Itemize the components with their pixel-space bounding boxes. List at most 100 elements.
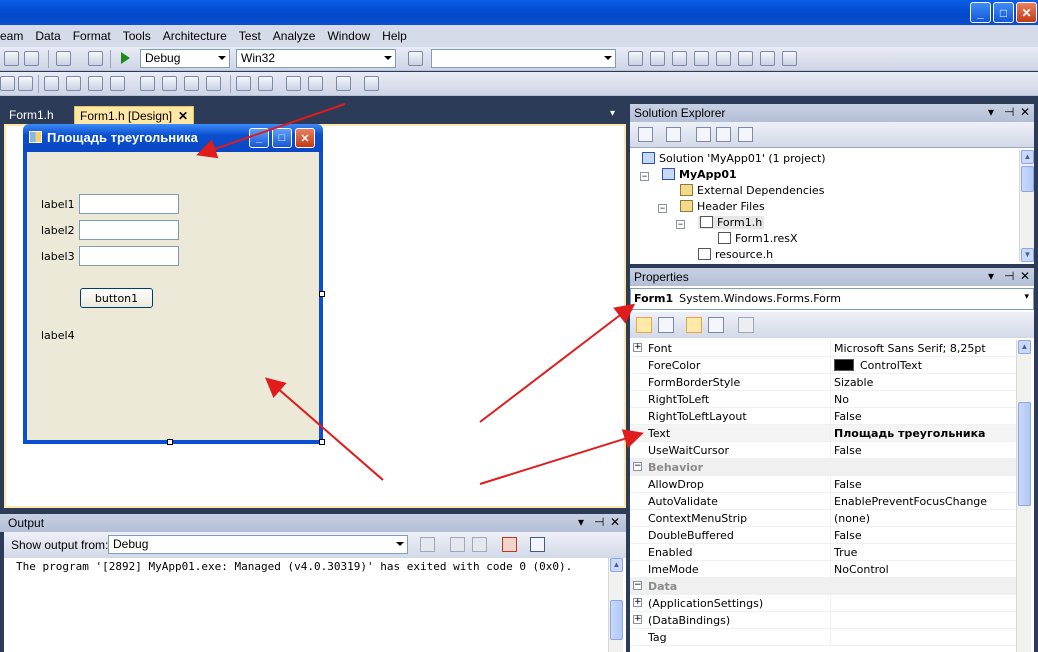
toolbox-icon[interactable]: [716, 51, 731, 66]
scroll-up-icon[interactable]: ▲: [1018, 340, 1031, 354]
center-vertically-icon[interactable]: [258, 76, 273, 91]
resize-handle-right[interactable]: [319, 291, 325, 297]
chevron-down-icon[interactable]: ▾: [610, 108, 615, 119]
find-combo[interactable]: [431, 49, 616, 68]
form-window[interactable]: Площадь треугольника _ □ ✕ label1 label2…: [23, 124, 323, 444]
find-in-files-icon[interactable]: [408, 51, 423, 66]
scroll-thumb[interactable]: [1021, 166, 1034, 192]
properties-scrollbar[interactable]: ▲: [1016, 340, 1031, 652]
expand-icon[interactable]: +: [633, 615, 642, 624]
collapse-icon[interactable]: −: [658, 204, 667, 213]
menu-data[interactable]: Data: [29, 29, 66, 43]
property-pages-icon[interactable]: [738, 317, 754, 333]
object-selector[interactable]: Form1 System.Windows.Forms.Form ▾: [630, 288, 1034, 310]
navigate-back-icon[interactable]: [56, 51, 71, 66]
scroll-up-icon[interactable]: ▲: [1021, 150, 1034, 164]
output-scrollbar[interactable]: ▲: [608, 558, 623, 652]
alphabetical-icon[interactable]: [658, 317, 674, 333]
close-icon[interactable]: ✕: [1020, 105, 1030, 119]
scroll-thumb[interactable]: [1018, 402, 1031, 506]
align-right-icon[interactable]: [66, 76, 81, 91]
tree-form1-h[interactable]: Form1.h: [698, 216, 765, 229]
property-row-usewaitcursor[interactable]: UseWaitCursor False: [630, 442, 1016, 459]
collapse-icon[interactable]: −: [633, 581, 642, 590]
previous-message-icon[interactable]: [450, 537, 465, 552]
class-diagram-icon[interactable]: [738, 127, 753, 142]
collapse-icon[interactable]: −: [633, 462, 642, 471]
solution-explorer-icon[interactable]: [672, 51, 687, 66]
extension-manager-icon[interactable]: [760, 51, 775, 66]
menu-analyze[interactable]: Analyze: [267, 29, 322, 43]
scroll-down-icon[interactable]: ▼: [1021, 248, 1034, 262]
start-page-icon[interactable]: [738, 51, 753, 66]
expand-icon[interactable]: +: [633, 343, 642, 352]
restore-button[interactable]: □: [993, 2, 1014, 23]
form-minimize-button[interactable]: _: [249, 128, 269, 148]
categorized-icon[interactable]: [636, 317, 652, 333]
size-to-grid-icon[interactable]: [206, 76, 221, 91]
property-row-applicationsettings[interactable]: + (ApplicationSettings): [630, 595, 1016, 612]
menu-tools[interactable]: Tools: [117, 29, 157, 43]
pin-icon[interactable]: ⊣: [1004, 269, 1014, 283]
view-designer-icon[interactable]: [716, 127, 731, 142]
button1[interactable]: button1: [80, 288, 153, 308]
menu-team[interactable]: eam: [0, 29, 29, 43]
property-row-doublebuffered[interactable]: DoubleBuffered False: [630, 527, 1016, 544]
undo-icon[interactable]: [4, 51, 19, 66]
category-data[interactable]: − Data: [630, 578, 1016, 595]
tab-order-icon[interactable]: [336, 76, 351, 91]
align-grid-icon[interactable]: [0, 76, 15, 91]
align-middle-icon[interactable]: [110, 76, 125, 91]
menu-window[interactable]: Window: [321, 29, 376, 43]
property-row-allowdrop[interactable]: AllowDrop False: [630, 476, 1016, 493]
go-to-location-icon[interactable]: [420, 537, 435, 552]
dropdown-icon[interactable]: ▾: [988, 105, 994, 119]
lock-controls-icon[interactable]: [364, 76, 379, 91]
property-row-tag[interactable]: Tag: [630, 629, 1016, 646]
find-icon[interactable]: [628, 51, 643, 66]
next-message-icon[interactable]: [472, 537, 487, 552]
property-row-text[interactable]: Text Площадь треугольника: [630, 425, 1016, 442]
category-behavior[interactable]: − Behavior: [630, 459, 1016, 476]
textbox1[interactable]: [79, 194, 179, 214]
output-source-select[interactable]: Debug: [108, 535, 408, 554]
dropdown-icon[interactable]: ▾: [578, 515, 584, 529]
property-row-databindings[interactable]: + (DataBindings): [630, 612, 1016, 629]
pin-icon[interactable]: ⊣: [594, 515, 604, 529]
tree-solution[interactable]: Solution 'MyApp01' (1 project): [642, 152, 826, 165]
expand-icon[interactable]: +: [633, 598, 642, 607]
align-left-icon[interactable]: [18, 76, 33, 91]
word-wrap-icon[interactable]: [530, 537, 545, 552]
close-icon[interactable]: ✕: [1020, 269, 1030, 283]
show-all-files-icon[interactable]: [666, 127, 681, 142]
command-window-icon[interactable]: [782, 51, 797, 66]
start-debugging-icon[interactable]: [121, 52, 130, 64]
minimize-button[interactable]: _: [970, 2, 991, 23]
align-center-icon[interactable]: [44, 76, 59, 91]
scroll-thumb[interactable]: [610, 600, 623, 640]
collapse-icon[interactable]: −: [640, 172, 649, 181]
align-top-icon[interactable]: [88, 76, 103, 91]
redo-icon[interactable]: [24, 51, 39, 66]
menu-help[interactable]: Help: [376, 29, 413, 43]
resize-handle-bottom[interactable]: [167, 439, 173, 445]
property-row-righttoleft[interactable]: RightToLeft No: [630, 391, 1016, 408]
pin-icon[interactable]: ⊣: [1004, 105, 1014, 119]
tab-form1-design[interactable]: Form1.h [Design] ✕: [74, 106, 195, 124]
close-button[interactable]: ✕: [1016, 2, 1037, 23]
close-icon[interactable]: ✕: [610, 515, 620, 529]
properties-icon[interactable]: [638, 127, 653, 142]
tree-resource-h[interactable]: resource.h: [698, 248, 773, 261]
property-row-font[interactable]: + Font Microsoft Sans Serif; 8,25pt: [630, 340, 1016, 357]
view-code-icon[interactable]: [696, 127, 711, 142]
property-row-righttoleftlayout[interactable]: RightToLeftLayout False: [630, 408, 1016, 425]
property-row-imemode[interactable]: ImeMode NoControl: [630, 561, 1016, 578]
form-close-button[interactable]: ✕: [295, 128, 315, 148]
collapse-icon[interactable]: −: [676, 220, 685, 229]
clear-all-icon[interactable]: [502, 537, 517, 552]
tree-header-files[interactable]: Header Files: [680, 200, 765, 213]
tree-project[interactable]: MyApp01: [662, 168, 737, 181]
make-same-height-icon[interactable]: [162, 76, 177, 91]
close-icon[interactable]: ✕: [178, 109, 188, 123]
textbox2[interactable]: [79, 220, 179, 240]
